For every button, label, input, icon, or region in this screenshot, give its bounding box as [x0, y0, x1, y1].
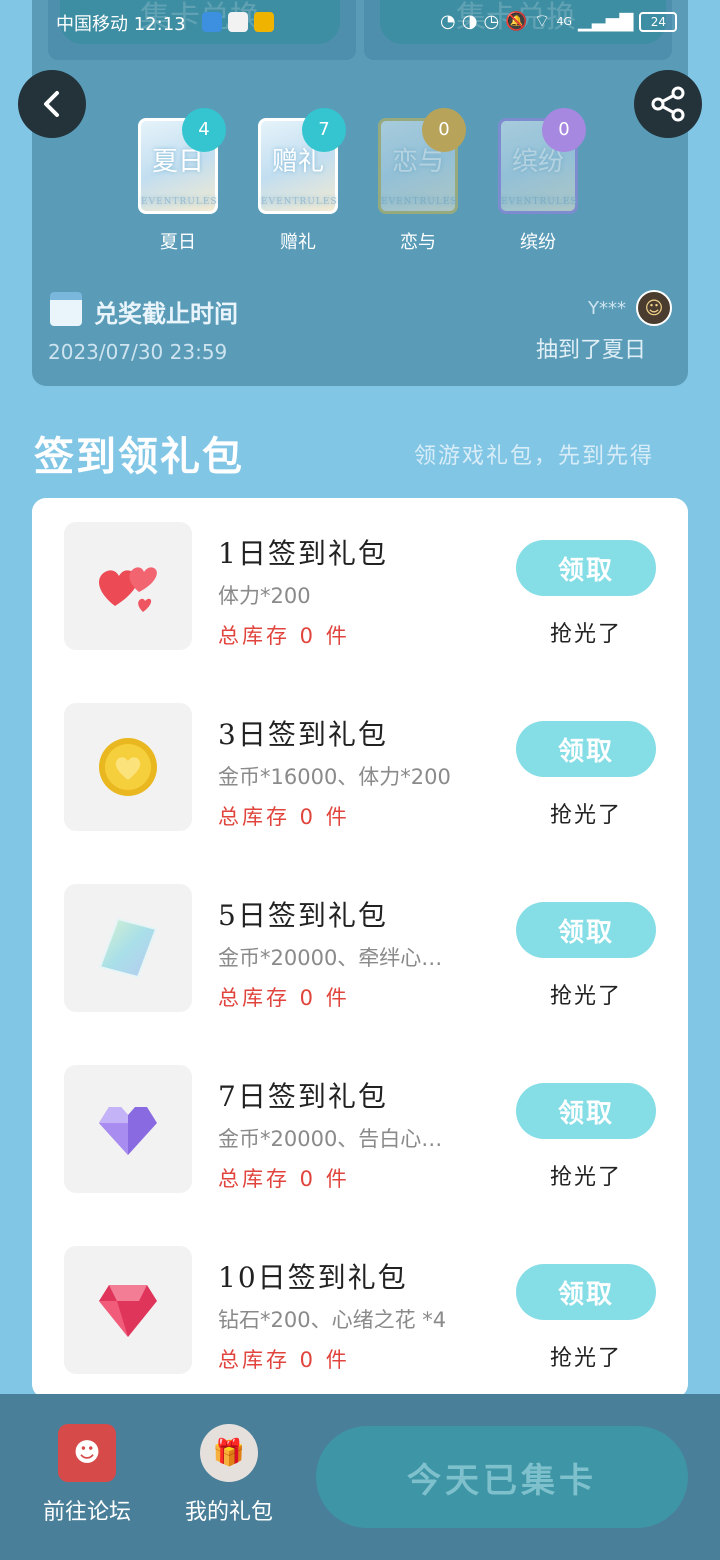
sold-out-status: 抢光了 — [549, 1165, 622, 1190]
gift-thumbnail — [64, 703, 192, 831]
network-type: 4G — [556, 15, 573, 28]
gift-description: 金币*20000、牵绊心… — [218, 946, 443, 970]
gift-stock: 总库存 0 件 — [218, 1167, 350, 1191]
wifi-icon: ⌔ — [533, 11, 551, 32]
gift-name: 5日签到礼包 — [218, 899, 388, 932]
speed-icon: ◑ — [461, 11, 478, 32]
card-count-badge: 7 — [302, 108, 346, 152]
card-count-badge: 0 — [422, 108, 466, 152]
back-button[interactable] — [18, 70, 86, 138]
calendar-icon — [50, 292, 82, 326]
alarm-icon: ◷ — [483, 11, 500, 32]
hearts-icon — [99, 567, 157, 612]
winner-message: 抽到了夏日 — [536, 338, 647, 363]
forum-label: 前往论坛 — [42, 1500, 131, 1525]
card-label: 缤纷 — [520, 232, 556, 253]
share-icon — [651, 86, 685, 122]
claim-button[interactable]: 领取 — [516, 1264, 656, 1320]
gift-thumbnail — [64, 1246, 192, 1374]
card-label: 夏日 — [160, 232, 196, 253]
gift-thumbnail — [64, 884, 192, 1012]
gift-stock: 总库存 0 件 — [218, 1348, 350, 1372]
gift-item: 5日签到礼包 金币*20000、牵绊心… 总库存 0 件 领取 抢光了 — [32, 860, 688, 1012]
nfc-icon: ◔ — [440, 11, 456, 32]
gift-description: 钻石*200、心绪之花 *4 — [218, 1308, 447, 1332]
gift-box-icon: 🎁 — [200, 1424, 258, 1482]
card-gift[interactable]: 赠礼 EVENTRULES 7 赠礼 — [258, 108, 346, 254]
weibo-app-icon — [254, 12, 274, 32]
gift-name: 1日签到礼包 — [218, 537, 388, 570]
gift-item: 3日签到礼包 金币*16000、体力*200 总库存 0 件 领取 抢光了 — [32, 679, 688, 831]
purple-heart-gem-icon — [99, 1107, 157, 1155]
card-count-badge: 0 — [542, 108, 586, 152]
card-summer[interactable]: 夏日 EVENTRULES 4 夏日 — [138, 108, 226, 254]
gift-thumbnail — [64, 522, 192, 650]
signal-icon: ▁▃▅▇ — [578, 11, 634, 32]
carrier-time: 中国移动 12:13 — [56, 14, 186, 35]
deadline-date: 2023/07/30 23:59 — [48, 340, 228, 364]
gift-stock: 总库存 0 件 — [218, 624, 350, 648]
section-title: 签到领礼包 — [34, 434, 244, 480]
sold-out-status: 抢光了 — [549, 984, 622, 1009]
collect-card-button[interactable]: 今天已集卡 — [316, 1426, 688, 1528]
battery-icon: 24 — [639, 11, 678, 32]
system-icons: ◔ ◑ ◷ 🔕 ⌔ 4G ▁▃▅▇ 24 — [440, 10, 678, 33]
deadline-title: 兑奖截止时间 — [94, 300, 238, 328]
forum-link[interactable]: ☻ 前往论坛 — [34, 1424, 140, 1526]
gift-item: 1日签到礼包 体力*200 总库存 0 件 领取 抢光了 — [32, 498, 688, 650]
card-love[interactable]: 恋与 EVENTRULES 0 恋与 — [378, 108, 466, 254]
sold-out-status: 抢光了 — [549, 622, 622, 647]
mute-icon: 🔕 — [505, 11, 528, 32]
gift-stock: 总库存 0 件 — [218, 986, 350, 1010]
gift-name: 7日签到礼包 — [218, 1080, 388, 1113]
sold-out-status: 抢光了 — [549, 1346, 622, 1371]
claim-button[interactable]: 领取 — [516, 721, 656, 777]
red-diamond-icon — [99, 1285, 157, 1337]
my-gifts-link[interactable]: 🎁 我的礼包 — [176, 1424, 282, 1526]
store-app-icon — [228, 12, 248, 32]
sold-out-status: 抢光了 — [549, 803, 622, 828]
card-collection-row: 夏日 EVENTRULES 4 夏日 赠礼 EVENTRULES 7 赠礼 恋与… — [138, 108, 586, 254]
winner-avatar: ☺ — [636, 290, 672, 326]
claim-button[interactable]: 领取 — [516, 540, 656, 596]
gift-description: 金币*16000、体力*200 — [218, 765, 451, 789]
claim-button[interactable]: 领取 — [516, 902, 656, 958]
gift-name: 3日签到礼包 — [218, 718, 388, 751]
gold-coin-icon — [99, 738, 157, 796]
card-count-badge: 4 — [182, 108, 226, 152]
section-subtitle: 领游戏礼包，先到先得 — [414, 444, 655, 469]
card-label: 赠礼 — [280, 232, 316, 253]
gift-thumbnail — [64, 1065, 192, 1193]
status-bar: 集卡兑换 集卡兑换 中国移动 12:13 ◔ ◑ ◷ 🔕 ⌔ 4G ▁▃▅▇ 2… — [0, 0, 720, 60]
gift-list: 1日签到礼包 体力*200 总库存 0 件 领取 抢光了 3日签到礼包 金币*1… — [32, 498, 688, 1398]
gift-item: 10日签到礼包 钻石*200、心绪之花 *4 总库存 0 件 领取 抢光了 — [32, 1222, 688, 1374]
card-colorful[interactable]: 缤纷 EVENTRULES 0 缤纷 — [498, 108, 586, 254]
gift-description: 体力*200 — [218, 584, 311, 608]
share-button[interactable] — [634, 70, 702, 138]
gift-description: 金币*20000、告白心… — [218, 1127, 443, 1151]
winner-name: Y*** — [588, 298, 626, 319]
card-icon — [98, 917, 158, 979]
claim-button[interactable]: 领取 — [516, 1083, 656, 1139]
shield-app-icon — [202, 12, 222, 32]
gift-item: 7日签到礼包 金币*20000、告白心… 总库存 0 件 领取 抢光了 — [32, 1041, 688, 1193]
card-label: 恋与 — [400, 232, 436, 253]
forum-avatar-icon: ☻ — [58, 1424, 116, 1482]
bottom-bar: ☻ 前往论坛 🎁 我的礼包 今天已集卡 — [0, 1394, 720, 1560]
my-gifts-label: 我的礼包 — [184, 1500, 273, 1525]
chevron-left-icon — [44, 91, 59, 117]
gift-stock: 总库存 0 件 — [218, 805, 350, 829]
gift-name: 10日签到礼包 — [218, 1261, 408, 1294]
